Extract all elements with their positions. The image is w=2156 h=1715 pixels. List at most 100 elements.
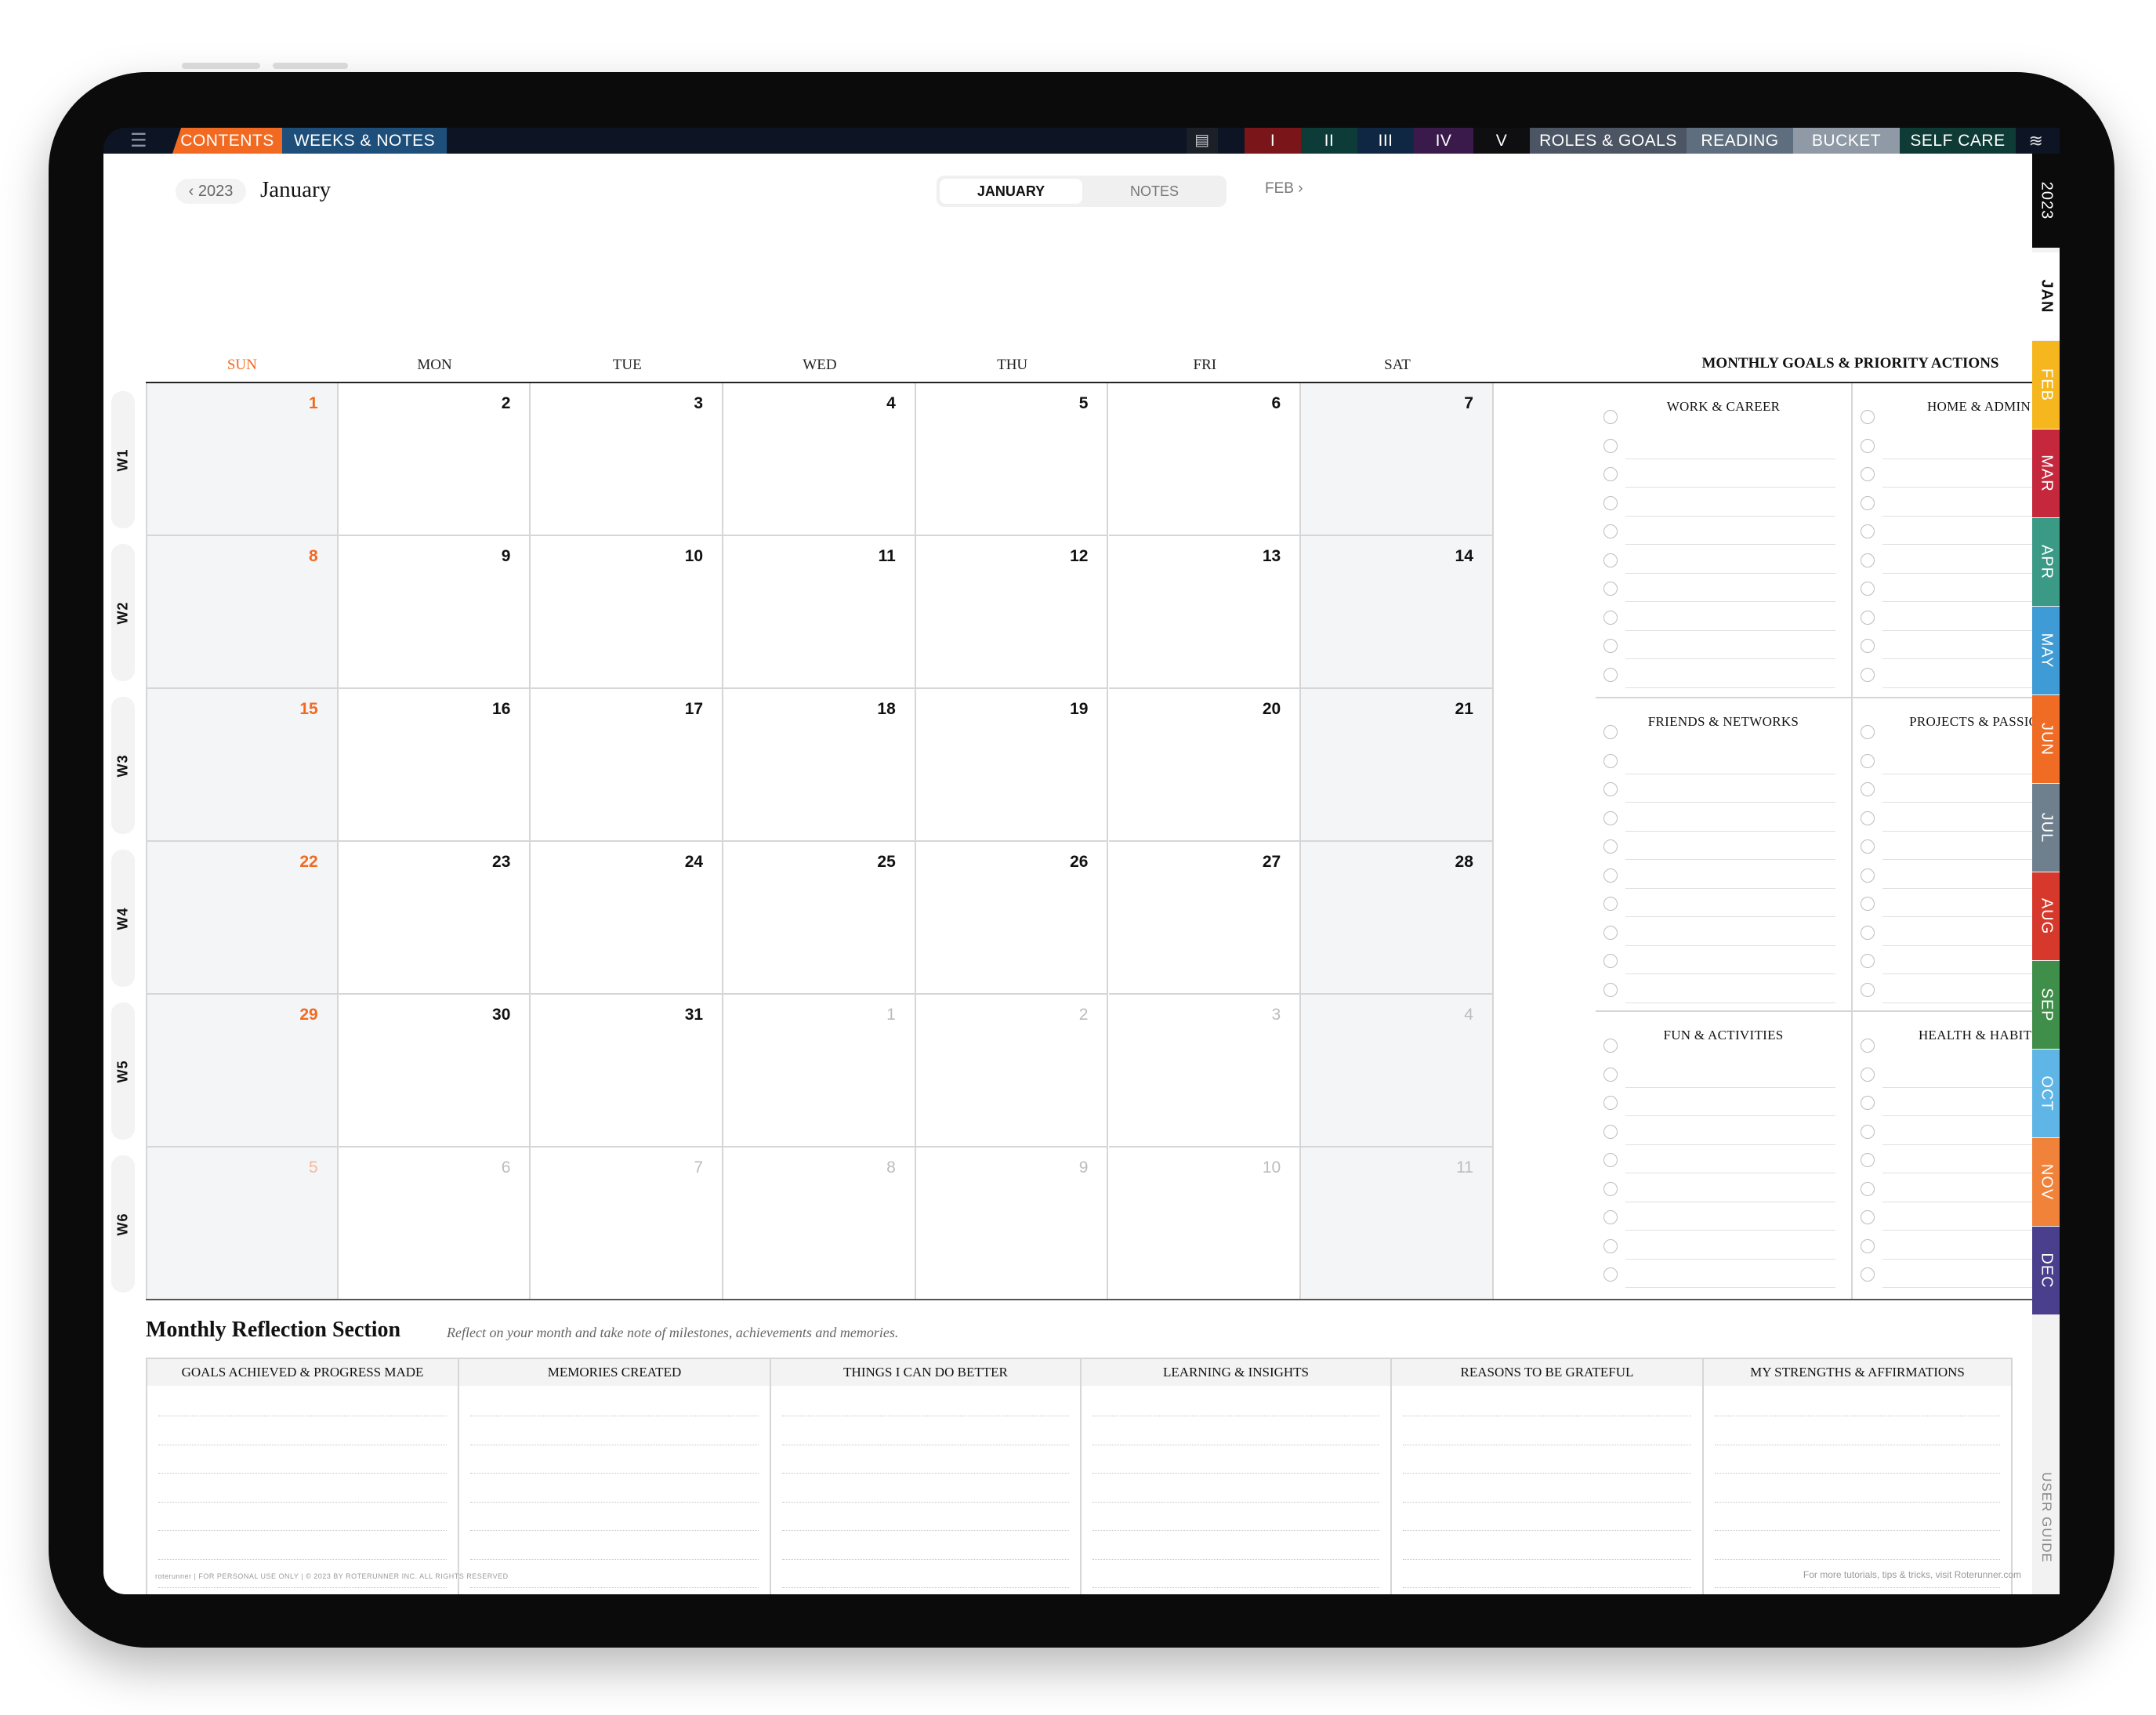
back-year-button[interactable]: ‹ 2023 [176,179,246,204]
goal-row[interactable] [1596,1145,1851,1173]
checkbox-circle-icon[interactable] [1861,897,1875,911]
goal-row[interactable] [1596,1060,1851,1088]
checkbox-circle-icon[interactable] [1603,982,1618,997]
checkbox-circle-icon[interactable] [1861,954,1875,968]
checkbox-circle-icon[interactable] [1861,1181,1875,1196]
day-cell[interactable]: 4 [1301,995,1494,1148]
day-cell[interactable]: 10 [1108,1148,1302,1300]
checkbox-circle-icon[interactable] [1603,868,1618,883]
side-tab-feb[interactable]: FEB [2032,341,2060,429]
day-cell[interactable]: 16 [338,689,531,842]
day-cell[interactable]: 1 [723,995,916,1148]
checkbox-circle-icon[interactable] [1861,438,1875,453]
side-tab-apr[interactable]: APR [2032,518,2060,606]
goal-row[interactable] [1596,1088,1851,1116]
side-tab-sep[interactable]: SEP [2032,961,2060,1049]
checkbox-circle-icon[interactable] [1603,1096,1618,1110]
checkbox-circle-icon[interactable] [1603,410,1618,424]
day-cell[interactable]: 26 [915,842,1109,995]
checkbox-circle-icon[interactable] [1861,1039,1875,1053]
checkbox-circle-icon[interactable] [1861,1096,1875,1110]
day-cell[interactable]: 7 [531,1148,724,1300]
day-cell[interactable]: 9 [338,536,531,689]
side-tab-dec[interactable]: DEC [2032,1227,2060,1314]
checkbox-circle-icon[interactable] [1603,839,1618,854]
checkbox-circle-icon[interactable] [1603,1153,1618,1167]
goal-row[interactable] [1596,1231,1851,1260]
goal-row[interactable] [1596,975,1851,1003]
goal-row[interactable] [1596,660,1851,688]
checkbox-circle-icon[interactable] [1861,467,1875,481]
goal-row[interactable] [1853,1260,2060,1288]
day-cell[interactable]: 22 [146,842,339,995]
goal-row[interactable] [1853,1145,2060,1173]
day-cell[interactable]: 6 [1108,383,1302,536]
week-tab-w2[interactable]: W2 [111,544,135,681]
side-tab-jan[interactable]: JAN [2032,252,2060,340]
day-cell[interactable]: 28 [1301,842,1494,995]
day-cell[interactable]: 14 [1301,536,1494,689]
checkbox-circle-icon[interactable] [1603,467,1618,481]
goal-row[interactable] [1853,918,2060,946]
side-tab-oct[interactable]: OCT [2032,1050,2060,1137]
goal-row[interactable] [1596,402,1851,430]
reflection-column[interactable]: LEARNING & INSIGHTS [1082,1359,1392,1594]
week-tab-w4[interactable]: W4 [111,850,135,987]
checkbox-circle-icon[interactable] [1861,524,1875,538]
side-tab-jun[interactable]: JUN [2032,695,2060,783]
checkbox-circle-icon[interactable] [1861,839,1875,854]
checkbox-circle-icon[interactable] [1603,1238,1618,1253]
day-cell[interactable]: 6 [338,1148,531,1300]
day-cell[interactable]: 8 [723,1148,916,1300]
goal-row[interactable] [1853,459,2060,488]
checkbox-circle-icon[interactable] [1603,782,1618,796]
checkbox-circle-icon[interactable] [1861,1067,1875,1082]
bookmark-icon[interactable]: ≋ [2020,128,2052,154]
segment-notes[interactable]: NOTES [1085,179,1223,204]
day-cell[interactable]: 5 [915,383,1109,536]
checkbox-circle-icon[interactable] [1603,1039,1618,1053]
checkbox-circle-icon[interactable] [1861,982,1875,997]
day-cell[interactable]: 4 [723,383,916,536]
side-tab-mar[interactable]: MAR [2032,430,2060,517]
tab-weeks-notes[interactable]: WEEKS & NOTES [282,128,447,154]
goal-row[interactable] [1853,1088,2060,1116]
day-cell[interactable]: 18 [723,689,916,842]
day-cell[interactable]: 8 [146,536,339,689]
checkbox-circle-icon[interactable] [1861,1153,1875,1167]
reflection-column[interactable]: GOALS ACHIEVED & PROGRESS MADE [147,1359,459,1594]
goal-line[interactable] [1625,1287,1835,1288]
goal-row[interactable] [1853,1031,2060,1059]
checkbox-circle-icon[interactable] [1603,954,1618,968]
checkbox-circle-icon[interactable] [1861,725,1875,739]
goal-row[interactable] [1596,488,1851,517]
goal-row[interactable] [1853,975,2060,1003]
checkbox-circle-icon[interactable] [1603,753,1618,768]
checkbox-circle-icon[interactable] [1603,553,1618,567]
day-cell[interactable]: 12 [915,536,1109,689]
day-cell[interactable]: 9 [915,1148,1109,1300]
day-cell[interactable]: 3 [531,383,724,536]
checkbox-circle-icon[interactable] [1603,897,1618,911]
reflection-column[interactable]: REASONS TO BE GRATEFUL [1392,1359,1704,1594]
goal-row[interactable] [1853,574,2060,602]
checkbox-circle-icon[interactable] [1861,553,1875,567]
quarter-tab-5[interactable]: V [1473,128,1530,154]
checkbox-circle-icon[interactable] [1603,610,1618,625]
goal-row[interactable] [1853,603,2060,631]
day-cell[interactable]: 2 [915,995,1109,1148]
checkbox-circle-icon[interactable] [1603,495,1618,510]
goal-row[interactable] [1853,717,2060,745]
day-cell[interactable]: 25 [723,842,916,995]
goal-row[interactable] [1596,889,1851,917]
goal-row[interactable] [1853,517,2060,545]
checkbox-circle-icon[interactable] [1603,438,1618,453]
goal-row[interactable] [1596,603,1851,631]
checkbox-circle-icon[interactable] [1861,810,1875,825]
checkbox-circle-icon[interactable] [1861,582,1875,596]
goal-row[interactable] [1596,1260,1851,1288]
goal-row[interactable] [1853,431,2060,459]
reflection-column[interactable]: MY STRENGTHS & AFFIRMATIONS [1704,1359,2011,1594]
day-cell[interactable]: 1 [146,383,339,536]
goal-row[interactable] [1853,1231,2060,1260]
